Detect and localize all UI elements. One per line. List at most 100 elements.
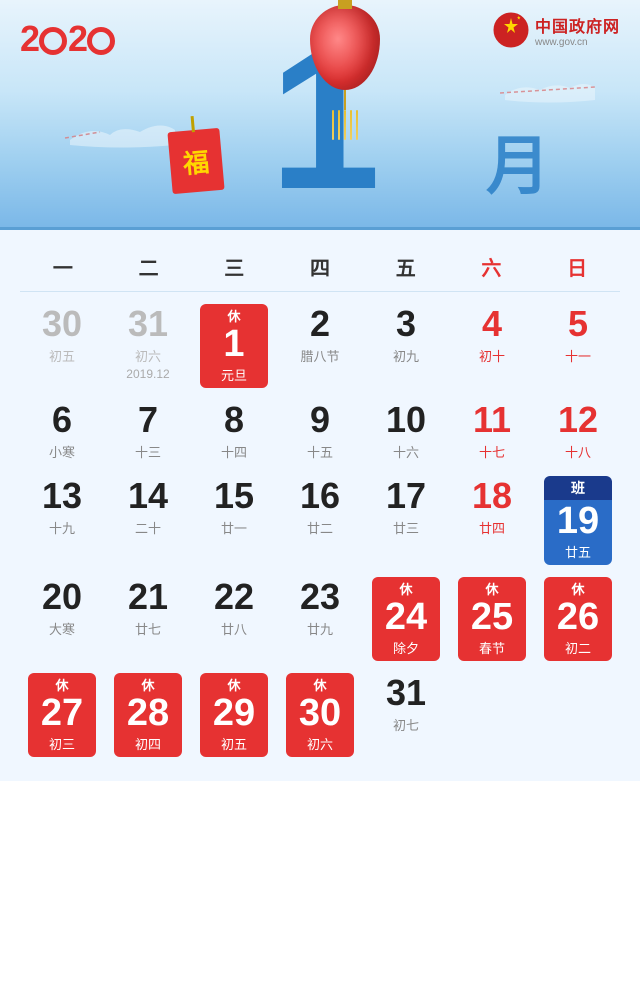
empty-col7 bbox=[536, 669, 620, 761]
weekday-header: 一 二 三 四 五 六 日 bbox=[20, 240, 620, 292]
day-5: 5 十一 bbox=[536, 300, 620, 392]
day-24-holiday: 休 24 除夕 bbox=[364, 573, 448, 665]
zero-icon bbox=[39, 27, 67, 55]
day-number: 22 bbox=[214, 577, 254, 617]
yuandan-box: 休 1 元旦 bbox=[200, 304, 268, 388]
ban-badge-box: 班 bbox=[544, 476, 612, 500]
day-lunar: 十四 bbox=[221, 442, 247, 461]
holiday-box-28: 休 28 初四 bbox=[114, 673, 182, 757]
day-18: 18 廿四 bbox=[450, 472, 534, 569]
day-number: 10 bbox=[386, 400, 426, 440]
gov-name-label: 中国政府网 bbox=[535, 13, 620, 37]
weekday-mon: 一 bbox=[20, 252, 106, 281]
day-number: 2 bbox=[310, 304, 330, 344]
day-9: 9 十五 bbox=[278, 396, 362, 468]
day-number: 20 bbox=[42, 577, 82, 617]
day-27-holiday: 休 27 初三 bbox=[20, 669, 104, 761]
day-lunar: 除夕 bbox=[393, 638, 419, 657]
day-17: 17 廿三 bbox=[364, 472, 448, 569]
holiday-box-24: 休 24 除夕 bbox=[372, 577, 440, 661]
day-number: 16 bbox=[300, 476, 340, 516]
cloud-left-decoration bbox=[60, 120, 180, 155]
day-lunar: 十一 bbox=[565, 346, 591, 365]
day-lunar: 初七 bbox=[393, 715, 419, 734]
empty-col6 bbox=[450, 669, 534, 761]
day-number: 3 bbox=[396, 304, 416, 344]
day-lunar: 十八 bbox=[565, 442, 591, 461]
gov-text: 中国政府网 www.gov.cn bbox=[535, 13, 620, 48]
day-22: 22 廿八 bbox=[192, 573, 276, 665]
weekday-wed: 三 bbox=[191, 252, 277, 281]
day-number: 13 bbox=[42, 476, 82, 516]
day-6: 6 小寒 bbox=[20, 396, 104, 468]
day-number: 24 bbox=[385, 598, 427, 636]
day-number: 1 bbox=[223, 325, 244, 363]
gov-emblem-icon bbox=[493, 12, 529, 48]
fu-sign: 福 bbox=[167, 128, 224, 194]
day-21: 21 廿七 bbox=[106, 573, 190, 665]
day-number: 15 bbox=[214, 476, 254, 516]
day-number: 4 bbox=[482, 304, 502, 344]
day-lunar: 十三 bbox=[135, 442, 161, 461]
day-lunar: 初三 bbox=[49, 734, 75, 753]
day-1-yuandan: 休 1 元旦 bbox=[192, 300, 276, 392]
day-number: 11 bbox=[473, 400, 511, 440]
day-number: 26 bbox=[557, 598, 599, 636]
day-10: 10 十六 bbox=[364, 396, 448, 468]
day-number: 6 bbox=[52, 400, 72, 440]
day-14: 14 二十 bbox=[106, 472, 190, 569]
day-2: 2 腊八节 bbox=[278, 300, 362, 392]
gov-url-label: www.gov.cn bbox=[535, 37, 588, 48]
holiday-box-29: 休 29 初五 bbox=[200, 673, 268, 757]
day-lunar: 腊八节 bbox=[300, 346, 339, 365]
day-15: 15 廿一 bbox=[192, 472, 276, 569]
day-13: 13 十九 bbox=[20, 472, 104, 569]
day-19-workday: 班 19 廿五 bbox=[536, 472, 620, 569]
day-lunar: 十六 bbox=[393, 442, 419, 461]
day-number: 17 bbox=[386, 476, 426, 516]
calendar-grid: 30 初五 31 初六 2019.12 休 1 元旦 2 腊八节 bbox=[20, 300, 620, 761]
day-28-holiday: 休 28 初四 bbox=[106, 669, 190, 761]
day-30-prev: 30 初五 bbox=[20, 300, 104, 392]
day-lunar: 廿七 bbox=[135, 619, 161, 638]
day-29-holiday: 休 29 初五 bbox=[192, 669, 276, 761]
day-number: 31 bbox=[128, 304, 168, 344]
calendar-area: 一 二 三 四 五 六 日 30 初五 31 初六 2019.12 bbox=[0, 230, 640, 781]
day-lunar: 廿九 bbox=[307, 619, 333, 638]
prev-month-label: 2019.12 bbox=[126, 367, 169, 381]
day-lunar: 十七 bbox=[479, 442, 505, 461]
day-number: 27 bbox=[41, 694, 83, 732]
day-lunar: 二十 bbox=[135, 518, 161, 537]
lantern-body bbox=[310, 5, 380, 90]
day-7: 7 十三 bbox=[106, 396, 190, 468]
day-lunar: 廿二 bbox=[307, 518, 333, 537]
holiday-box-30: 休 30 初六 bbox=[286, 673, 354, 757]
holiday-box-25: 休 25 春节 bbox=[458, 577, 526, 661]
day-lunar: 十五 bbox=[307, 442, 333, 461]
weekday-fri: 五 bbox=[363, 252, 449, 281]
day-lunar: 元旦 bbox=[221, 365, 247, 384]
day-number: 28 bbox=[127, 694, 169, 732]
day-31: 31 初七 bbox=[364, 669, 448, 761]
year-logo: 22 bbox=[20, 18, 116, 60]
day-number: 5 bbox=[568, 304, 588, 344]
cloud-right-decoration bbox=[500, 80, 600, 110]
day-8: 8 十四 bbox=[192, 396, 276, 468]
day-lunar: 廿四 bbox=[479, 518, 505, 537]
yue-character: 月 bbox=[486, 115, 550, 207]
day-number: 21 bbox=[128, 577, 168, 617]
day-11: 11 十七 bbox=[450, 396, 534, 468]
workday-bottom: 19 廿五 bbox=[544, 500, 612, 565]
day-lunar: 廿五 bbox=[565, 542, 591, 561]
ban-badge: 班 bbox=[571, 478, 585, 498]
day-number: 29 bbox=[213, 694, 255, 732]
weekday-tue: 二 bbox=[106, 252, 192, 281]
day-number: 23 bbox=[300, 577, 340, 617]
day-30-holiday: 休 30 初六 bbox=[278, 669, 362, 761]
day-lunar: 廿八 bbox=[221, 619, 247, 638]
day-lunar: 初五 bbox=[49, 346, 75, 365]
gov-logo: 中国政府网 www.gov.cn bbox=[493, 12, 620, 48]
day-number: 12 bbox=[558, 400, 598, 440]
day-lunar: 小寒 bbox=[49, 442, 75, 461]
day-31-prev: 31 初六 2019.12 bbox=[106, 300, 190, 392]
